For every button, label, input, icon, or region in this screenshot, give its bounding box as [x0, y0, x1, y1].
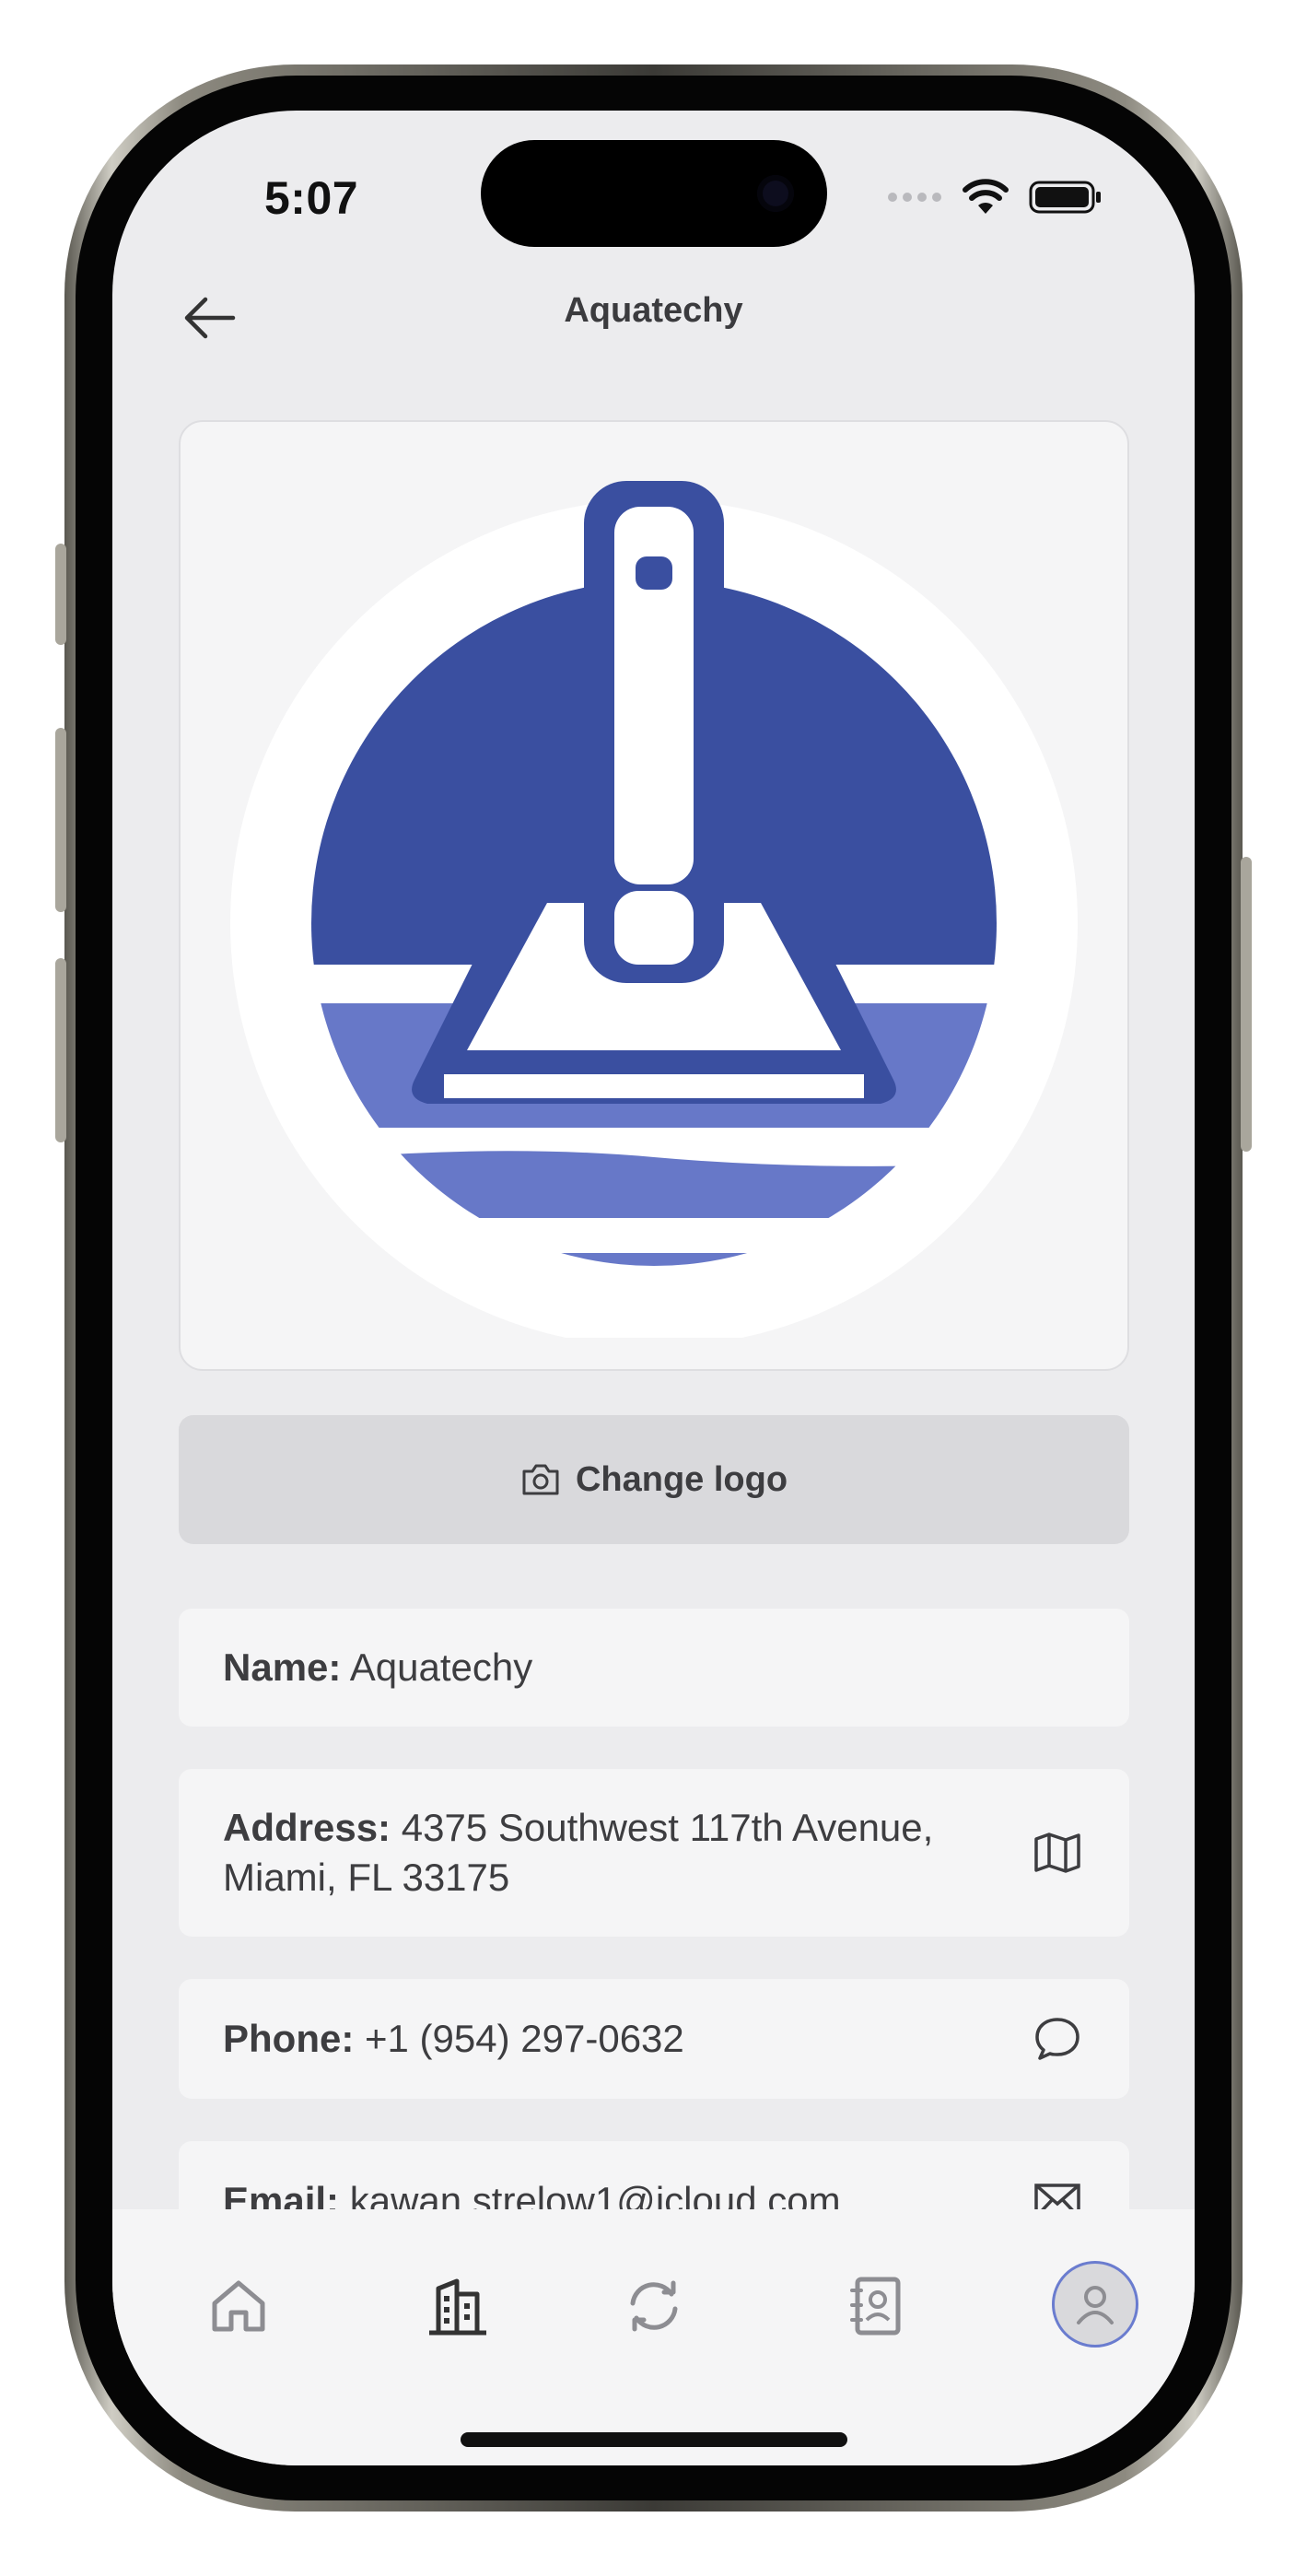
camera-icon	[522, 1464, 559, 1495]
volume-down-button	[55, 958, 66, 1142]
tab-companies[interactable]	[416, 2265, 499, 2348]
phone-value: +1 (954) 297-0632	[365, 2017, 684, 2060]
name-row: Name: Aquatechy	[179, 1609, 1129, 1727]
volume-up-button	[55, 728, 66, 912]
power-button	[1241, 857, 1252, 1152]
phone-row: Phone: +1 (954) 297-0632	[179, 1979, 1129, 2099]
change-logo-label: Change logo	[575, 1459, 788, 1499]
status-icons	[887, 177, 1103, 217]
name-label: Name:	[223, 1645, 342, 1689]
status-time: 5:07	[264, 172, 359, 224]
screen: 5:07 Aquatechy Change logo Name: Aquatec…	[112, 111, 1195, 2465]
tab-bar	[112, 2209, 1195, 2465]
address-label: Address:	[223, 1806, 391, 1849]
logo-preview	[179, 420, 1129, 1371]
signal-dots-icon	[888, 193, 941, 202]
page-title: Aquatechy	[564, 291, 743, 330]
battery-icon	[1029, 181, 1101, 214]
change-logo-button[interactable]: Change logo	[179, 1415, 1129, 1544]
message-button[interactable]	[1030, 2011, 1085, 2067]
tab-profile[interactable]	[1052, 2261, 1138, 2348]
user-avatar-icon	[1077, 2286, 1114, 2324]
building-icon	[429, 2278, 486, 2336]
map-icon	[1034, 1832, 1080, 1873]
refresh-icon	[630, 2280, 678, 2332]
action-button	[55, 544, 66, 645]
company-logo-image	[230, 481, 1078, 1338]
wifi-icon	[963, 179, 1009, 214]
tab-contacts[interactable]	[834, 2265, 917, 2348]
address-row: Address: 4375 Southwest 117th Avenue, Mi…	[179, 1769, 1129, 1937]
message-bubble-icon	[1035, 2018, 1079, 2060]
tab-sync[interactable]	[613, 2265, 695, 2348]
phone-label: Phone:	[223, 2017, 355, 2060]
name-value: Aquatechy	[349, 1645, 533, 1689]
contacts-icon	[850, 2277, 901, 2336]
tab-home[interactable]	[197, 2265, 280, 2348]
map-button[interactable]	[1030, 1825, 1085, 1880]
home-indicator[interactable]	[461, 2432, 847, 2447]
dynamic-island	[481, 140, 827, 247]
home-icon	[212, 2280, 265, 2332]
